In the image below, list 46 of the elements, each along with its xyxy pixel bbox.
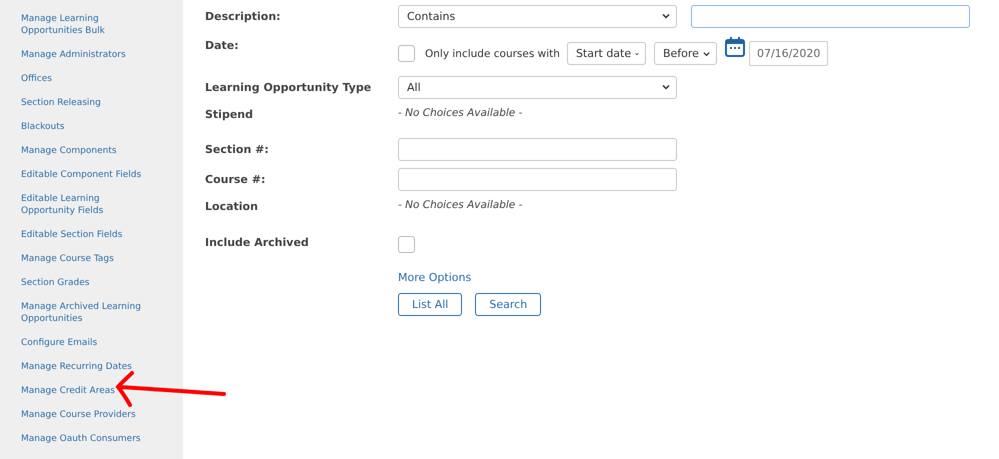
field-label: Include Archived: [205, 236, 310, 248]
more-options-link[interactable]: More Options: [398, 271, 472, 284]
sidebar-link[interactable]: Manage Course Tags: [21, 247, 151, 271]
sidebar-link[interactable]: Offices: [21, 67, 151, 91]
dropdown[interactable]: Contains: [398, 4, 677, 28]
dropdown[interactable]: Before: [654, 42, 717, 65]
calendar-icon[interactable]: [724, 36, 745, 56]
action-button[interactable]: Search: [475, 293, 542, 316]
dropdown[interactable]: Start date: [566, 42, 646, 65]
sidebar-link[interactable]: Editable Learning Opportunity Fields: [21, 187, 151, 223]
checkbox[interactable]: [398, 236, 415, 252]
checkbox[interactable]: [398, 45, 415, 62]
sidebar-link[interactable]: Manage Archived Learning Opportunities: [21, 295, 151, 331]
field-label: Learning Opportunity Type: [205, 80, 372, 94]
caret-icon: [662, 84, 670, 90]
sidebar-link[interactable]: Manage Recurring Dates: [21, 355, 151, 379]
field-label: Date:: [205, 39, 240, 52]
sidebar-link[interactable]: Section Releasing: [21, 91, 151, 115]
sidebar-link[interactable]: Manage Administrators: [21, 43, 151, 67]
action-button[interactable]: List All: [398, 293, 462, 316]
no-choices-note: - No Choices Available -: [398, 107, 522, 119]
field-label: Description:: [205, 10, 282, 22]
field-label: Location: [205, 200, 259, 213]
sidebar-link[interactable]: Section Grades: [21, 271, 151, 295]
sidebar-link[interactable]: Editable Component Fields: [21, 163, 151, 187]
sidebar-link[interactable]: Manage Components: [21, 139, 151, 163]
no-choices-note: - No Choices Available -: [398, 199, 522, 211]
field-label: Course #:: [205, 172, 266, 186]
caret-icon: [702, 50, 710, 56]
sidebar-link[interactable]: Configure Emails: [21, 331, 151, 355]
field-label: Stipend: [205, 108, 254, 121]
sidebar-link[interactable]: Editable Section Fields: [21, 223, 151, 247]
date-field[interactable]: 07/16/2020: [748, 41, 828, 66]
caret-icon: [662, 13, 670, 19]
text-input[interactable]: [398, 168, 677, 190]
sidebar-link[interactable]: Manage Course Providers: [21, 403, 151, 427]
sidebar-link[interactable]: Manage Oauth Consumers: [21, 427, 151, 451]
field-label: Section #:: [205, 142, 270, 156]
sidebar-link[interactable]: Manage Learning Opportunities Bulk: [21, 7, 151, 43]
text-input[interactable]: [398, 138, 677, 160]
caret-icon: [635, 50, 639, 56]
text-input[interactable]: [691, 4, 970, 28]
checkbox-label: Only include courses with: [425, 48, 560, 60]
sidebar-link[interactable]: Blackouts: [21, 115, 151, 139]
sidebar-link[interactable]: Manage Credit Areas: [21, 379, 151, 403]
dropdown[interactable]: All: [398, 76, 677, 98]
